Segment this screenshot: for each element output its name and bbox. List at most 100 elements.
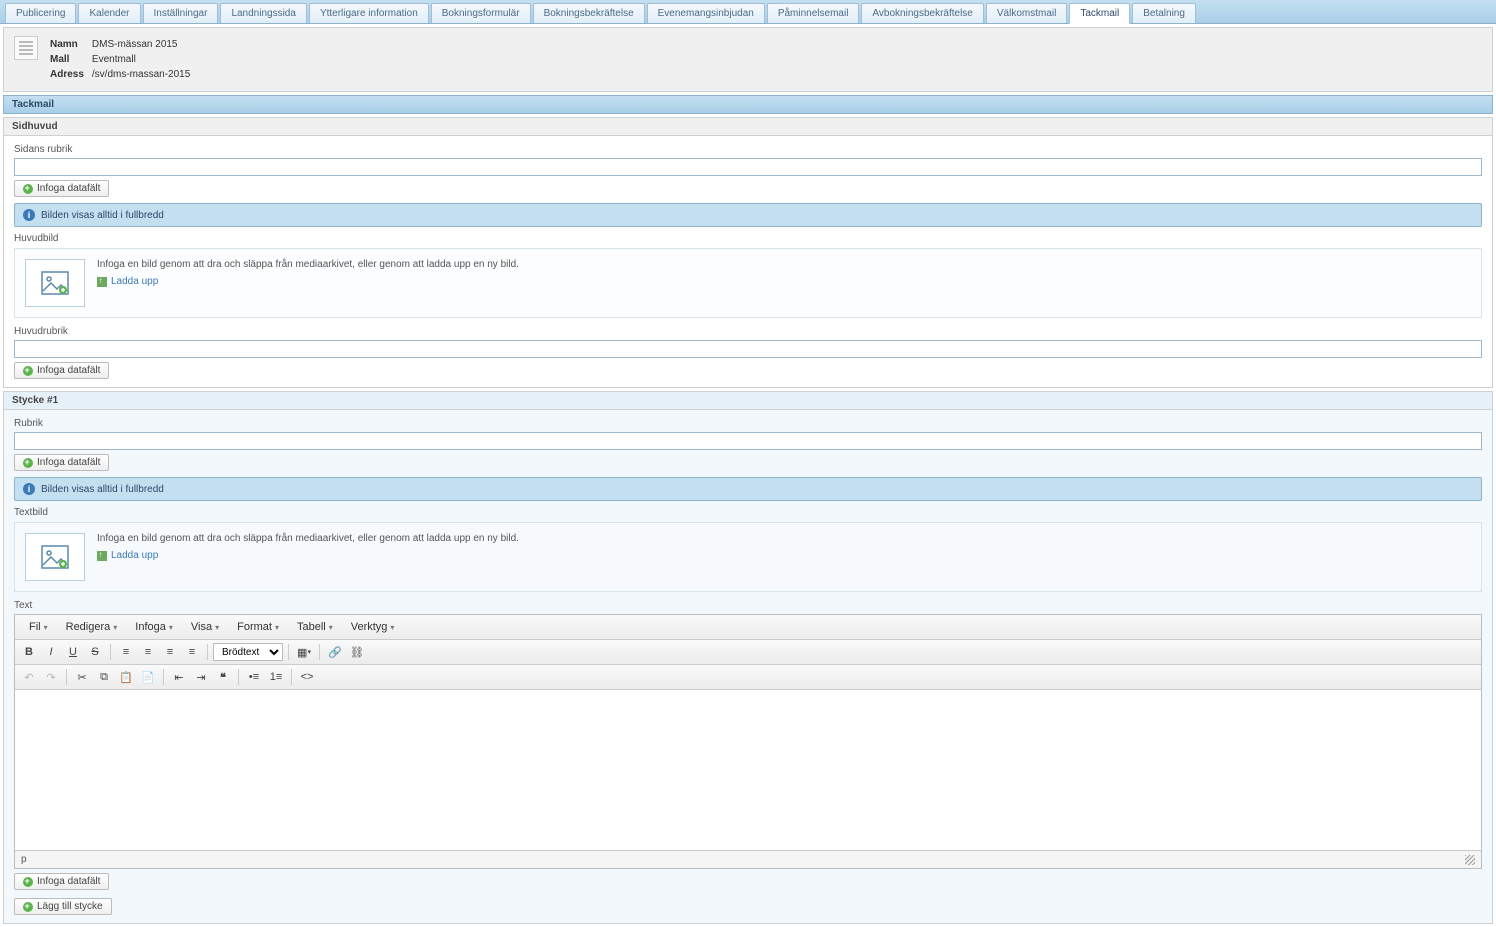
plus-icon	[23, 184, 33, 194]
cut-button[interactable]: ✂	[72, 668, 92, 686]
editor-menu-infoga[interactable]: Infoga▾	[127, 618, 181, 636]
meta-mall-value: Eventmall	[92, 53, 196, 66]
editor-content-area[interactable]	[15, 690, 1481, 850]
image-placeholder-icon	[25, 259, 85, 307]
infoga-datafalt-label: Infoga datafält	[37, 183, 100, 194]
editor-menubar: Fil▾ Redigera▾ Infoga▾ Visa▾ Format▾ Tab…	[15, 615, 1481, 640]
source-code-button[interactable]: <>	[297, 668, 317, 686]
panel-stycke-1: Stycke #1 Rubrik Infoga datafält i Bilde…	[3, 391, 1493, 924]
upload-icon	[97, 277, 107, 287]
lagg-till-stycke-button[interactable]: Lägg till stycke	[14, 898, 112, 915]
plus-icon	[23, 902, 33, 912]
indent-button[interactable]: ⇥	[191, 668, 211, 686]
plus-icon	[23, 458, 33, 468]
tab-evenemangsinbjudan[interactable]: Evenemangsinbjudan	[647, 3, 765, 23]
huvudrubrik-label: Huvudrubrik	[14, 326, 1482, 337]
infoga-datafalt-button-4[interactable]: Infoga datafält	[14, 873, 109, 890]
header-meta-table: NamnDMS-mässan 2015 MallEventmall Adress…	[48, 36, 198, 83]
meta-mall-label: Mall	[50, 53, 90, 66]
editor-menu-verktyg[interactable]: Verktyg▾	[343, 618, 403, 636]
align-left-button[interactable]: ≡	[116, 643, 136, 661]
huvudbild-label: Huvudbild	[14, 233, 1482, 244]
align-justify-button[interactable]: ≡	[182, 643, 202, 661]
copy-button[interactable]: ⧉	[94, 668, 114, 686]
bullet-list-button[interactable]: •≡	[244, 668, 264, 686]
undo-button[interactable]: ↶	[19, 668, 39, 686]
ladda-upp-button-2[interactable]: Ladda upp	[97, 550, 158, 561]
tab-paminnelsemail[interactable]: Påminnelsemail	[767, 3, 860, 23]
info-icon: i	[23, 209, 35, 221]
link-button[interactable]: 🔗	[325, 643, 345, 661]
tab-betalning[interactable]: Betalning	[1132, 3, 1196, 23]
toolbar-separator	[319, 644, 320, 660]
tab-bokningsbekraftelse[interactable]: Bokningsbekräftelse	[533, 3, 645, 23]
huvudbild-upload-area[interactable]: Infoga en bild genom att dra och släppa …	[14, 248, 1482, 318]
table-button[interactable]: ▦▾	[294, 643, 314, 661]
infoga-datafalt-label: Infoga datafält	[37, 876, 100, 887]
rich-text-editor: Fil▾ Redigera▾ Infoga▾ Visa▾ Format▾ Tab…	[14, 614, 1482, 869]
infoga-datafalt-button-1[interactable]: Infoga datafält	[14, 180, 109, 197]
tab-valkomstmail[interactable]: Välkomstmail	[986, 3, 1067, 23]
rubrik-input[interactable]	[14, 432, 1482, 450]
huvudrubrik-input[interactable]	[14, 340, 1482, 358]
meta-name-value: DMS-mässan 2015	[92, 38, 196, 51]
ladda-upp-button-1[interactable]: Ladda upp	[97, 276, 158, 287]
unlink-button[interactable]: ⛓	[347, 643, 367, 661]
tab-bokningsformular[interactable]: Bokningsformulär	[431, 3, 531, 23]
redo-button[interactable]: ↷	[41, 668, 61, 686]
tab-installningar[interactable]: Inställningar	[143, 3, 219, 23]
numbered-list-button[interactable]: 1≡	[266, 668, 286, 686]
plus-icon	[23, 877, 33, 887]
editor-menu-visa[interactable]: Visa▾	[183, 618, 227, 636]
document-icon	[14, 36, 38, 60]
textbild-label: Textbild	[14, 507, 1482, 518]
infoga-datafalt-button-3[interactable]: Infoga datafält	[14, 454, 109, 471]
strikethrough-button[interactable]: S	[85, 643, 105, 661]
upload-help-text: Infoga en bild genom att dra och släppa …	[97, 533, 519, 544]
ladda-upp-label: Ladda upp	[111, 550, 158, 561]
underline-button[interactable]: U	[63, 643, 83, 661]
editor-toolbar-2: ↶ ↷ ✂ ⧉ 📋 📄 ⇤ ⇥ ❝ •≡ 1≡ <>	[15, 665, 1481, 690]
editor-menu-tabell[interactable]: Tabell▾	[289, 618, 341, 636]
resize-handle[interactable]	[1465, 855, 1475, 865]
editor-element-path: p	[21, 854, 27, 865]
editor-toolbar-1: B I U S ≡ ≡ ≡ ≡ Brödtext ▦▾ 🔗 ⛓	[15, 640, 1481, 665]
paste-text-button[interactable]: 📄	[138, 668, 158, 686]
tab-kalender[interactable]: Kalender	[78, 3, 140, 23]
meta-adress-value: /sv/dms-massan-2015	[92, 68, 196, 81]
ladda-upp-label: Ladda upp	[111, 276, 158, 287]
paste-button[interactable]: 📋	[116, 668, 136, 686]
infoga-datafalt-button-2[interactable]: Infoga datafält	[14, 362, 109, 379]
panel-sidhuvud: Sidhuvud Sidans rubrik Infoga datafält i…	[3, 117, 1493, 388]
align-right-button[interactable]: ≡	[160, 643, 180, 661]
editor-menu-redigera[interactable]: Redigera▾	[58, 618, 126, 636]
upload-icon	[97, 551, 107, 561]
toolbar-separator	[163, 669, 164, 685]
infoga-datafalt-label: Infoga datafält	[37, 365, 100, 376]
italic-button[interactable]: I	[41, 643, 61, 661]
bold-button[interactable]: B	[19, 643, 39, 661]
page-header-info: NamnDMS-mässan 2015 MallEventmall Adress…	[3, 27, 1493, 92]
tab-publicering[interactable]: Publicering	[5, 3, 76, 23]
editor-statusbar: p	[15, 850, 1481, 868]
info-banner-text: Bilden visas alltid i fullbredd	[41, 484, 164, 495]
outdent-button[interactable]: ⇤	[169, 668, 189, 686]
tab-tackmail[interactable]: Tackmail	[1069, 3, 1130, 24]
tab-ytterligare-information[interactable]: Ytterligare information	[309, 3, 429, 23]
tab-avbokningsbekraftelse[interactable]: Avbokningsbekräftelse	[861, 3, 983, 23]
sidans-rubrik-input[interactable]	[14, 158, 1482, 176]
format-select[interactable]: Brödtext	[213, 643, 283, 661]
align-center-button[interactable]: ≡	[138, 643, 158, 661]
tab-landningssida[interactable]: Landningssida	[220, 3, 307, 23]
section-title: Tackmail	[3, 95, 1493, 114]
blockquote-button[interactable]: ❝	[213, 668, 233, 686]
sidans-rubrik-label: Sidans rubrik	[14, 144, 1482, 155]
meta-name-label: Namn	[50, 38, 90, 51]
rubrik-label: Rubrik	[14, 418, 1482, 429]
plus-icon	[23, 366, 33, 376]
textbild-upload-area[interactable]: Infoga en bild genom att dra och släppa …	[14, 522, 1482, 592]
text-label: Text	[14, 600, 1482, 611]
toolbar-separator	[66, 669, 67, 685]
editor-menu-fil[interactable]: Fil▾	[21, 618, 56, 636]
editor-menu-format[interactable]: Format▾	[229, 618, 287, 636]
